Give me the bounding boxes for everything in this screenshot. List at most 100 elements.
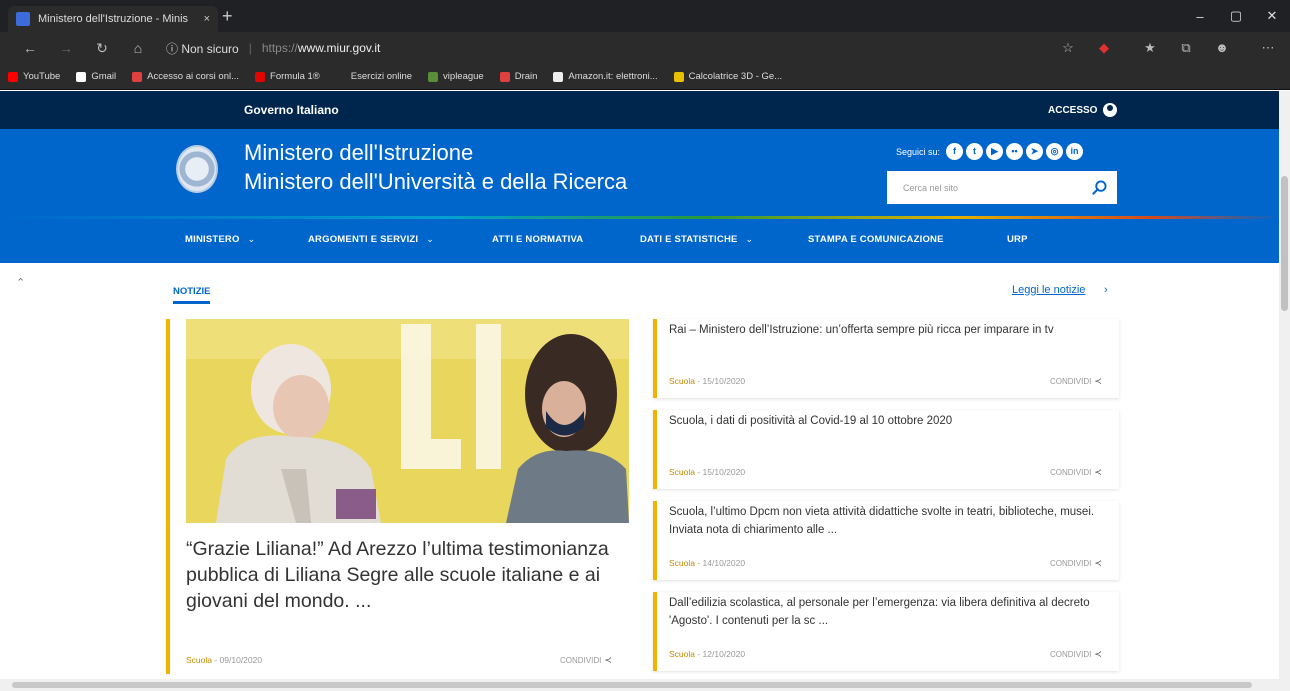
web-page: Governo Italiano ACCESSO Ministero dell'… (0, 91, 1279, 679)
url-field[interactable]: ⓘ Non sicuro | https:// www.miur.gov.it (166, 37, 1086, 59)
article-category[interactable]: Scuola (669, 558, 695, 568)
telegram-icon[interactable]: ➤ (1026, 143, 1044, 160)
nav-stampa-e-comunicazione[interactable]: STAMPA E COMUNICAZIONE (808, 234, 944, 245)
minimize-button[interactable]: – (1182, 0, 1218, 32)
read-all-news-link[interactable]: Leggi le notizie (1012, 284, 1085, 296)
chevron-up-icon[interactable]: ⌃ (16, 276, 25, 289)
browser-tab[interactable]: Ministero dell'Istruzione - Minis × (8, 6, 218, 32)
bookmarks-bar: YouTube Gmail Accesso ai corsi onl... Formu… (0, 64, 1290, 90)
news-item[interactable]: Dall’edilizia scolastica, al personale p… (653, 592, 1119, 671)
bookmark-item[interactable]: Accesso ai corsi onl... (132, 71, 239, 82)
government-title[interactable]: Governo Italiano (244, 103, 339, 117)
flickr-icon[interactable]: •• (1006, 143, 1024, 160)
government-bar: Governo Italiano ACCESSO (0, 91, 1279, 129)
instagram-icon[interactable]: ◎ (1046, 143, 1064, 160)
news-item-title[interactable]: Scuola, i dati di positività al Covid-19… (669, 412, 1109, 430)
article-date: - 09/10/2020 (212, 655, 263, 665)
share-button[interactable]: CONDIVIDI ≺ (1050, 467, 1102, 478)
chevron-right-icon[interactable]: › (1104, 284, 1108, 296)
url-separator: | (248, 41, 252, 55)
italian-emblem-logo[interactable] (176, 145, 218, 193)
home-icon[interactable]: ⌂ (128, 38, 148, 58)
news-item-title[interactable]: Rai – Ministero dell’Istruzione: un’offe… (669, 321, 1109, 339)
forward-arrow-icon[interactable]: → (56, 38, 76, 58)
security-indicator[interactable]: ⓘ Non sicuro (166, 40, 239, 57)
bookmark-item[interactable]: Esercizi online (335, 71, 412, 82)
bookmark-item[interactable]: YouTube (8, 71, 60, 82)
horizontal-scrollbar[interactable] (0, 679, 1290, 691)
bookmark-item[interactable]: Gmail (76, 71, 116, 82)
url-protocol: https:// (261, 41, 298, 55)
article-category[interactable]: Scuola (669, 467, 695, 477)
collections-icon[interactable]: ⧉ (1176, 38, 1196, 58)
favorites-icon[interactable]: ★ (1140, 38, 1160, 58)
favorite-star-icon[interactable]: ☆ (1058, 38, 1078, 58)
bookmark-label: Calcolatrice 3D - Ge... (688, 71, 783, 82)
horizontal-scrollbar-thumb[interactable] (12, 682, 1252, 688)
youtube-icon[interactable]: ▶ (986, 143, 1004, 160)
new-tab-button[interactable]: + (222, 5, 233, 27)
tab-notizie[interactable]: NOTIZIE (173, 286, 211, 304)
search-input[interactable] (903, 182, 1073, 193)
bookmark-favicon-icon (428, 71, 439, 82)
featured-article-photo[interactable] (186, 319, 629, 523)
bookmark-favicon-icon (553, 71, 564, 82)
close-window-button[interactable]: ✕ (1254, 0, 1290, 32)
facebook-icon[interactable]: f (946, 143, 964, 160)
chevron-down-icon: ⌄ (745, 234, 754, 244)
share-icon: ≺ (1094, 467, 1102, 477)
site-search (887, 171, 1117, 204)
bookmark-favicon-icon (132, 71, 143, 82)
twitter-icon[interactable]: t (966, 143, 984, 160)
more-menu-icon[interactable]: ⋯ (1258, 38, 1278, 58)
featured-article-title[interactable]: “Grazie Liliana!” Ad Arezzo l’ultima tes… (186, 536, 626, 614)
close-tab-icon[interactable]: × (204, 13, 210, 25)
vertical-scrollbar[interactable] (1279, 91, 1290, 679)
news-item[interactable]: Scuola, i dati di positività al Covid-19… (653, 410, 1119, 489)
share-icon: ≺ (604, 655, 612, 665)
bookmark-label: vipleague (443, 71, 484, 82)
follow-label: Seguici su: (896, 146, 941, 157)
bookmark-item[interactable]: Calcolatrice 3D - Ge... (673, 71, 783, 82)
ministry-title-line2[interactable]: Ministero dell'Università e della Ricerc… (244, 169, 627, 195)
share-button[interactable]: CONDIVIDI ≺ (560, 655, 612, 666)
vertical-scrollbar-thumb[interactable] (1281, 176, 1288, 311)
profile-icon[interactable]: ☻ (1212, 38, 1232, 58)
article-category[interactable]: Scuola (669, 649, 695, 659)
news-item-meta: Scuola - 14/10/2020 (669, 558, 745, 568)
linkedin-icon[interactable]: in (1066, 143, 1084, 160)
bookmark-item[interactable]: Drain (499, 71, 537, 82)
maximize-button[interactable]: ▢ (1218, 0, 1254, 32)
bookmark-item[interactable]: vipleague (428, 71, 484, 82)
bookmark-item[interactable]: Formula 1® (255, 71, 320, 82)
article-category[interactable]: Scuola (669, 376, 695, 386)
featured-article[interactable]: “Grazie Liliana!” Ad Arezzo l’ultima tes… (166, 319, 629, 674)
article-date: - 15/10/2020 (695, 467, 746, 477)
back-arrow-icon[interactable]: ← (20, 38, 40, 58)
news-item[interactable]: Rai – Ministero dell’Istruzione: un’offe… (653, 319, 1119, 398)
bookmark-favicon-icon (76, 71, 87, 82)
nav-urp[interactable]: URP (1007, 234, 1028, 245)
extension-icon[interactable]: ◆ (1094, 38, 1114, 58)
reload-icon[interactable]: ↻ (92, 38, 112, 58)
article-date: - 15/10/2020 (695, 376, 746, 386)
share-button[interactable]: CONDIVIDI ≺ (1050, 558, 1102, 569)
ministry-title-line1[interactable]: Ministero dell'Istruzione (244, 140, 473, 166)
news-item-title[interactable]: Scuola, l’ultimo Dpcm non vieta attività… (669, 503, 1109, 539)
search-icon[interactable] (1092, 180, 1107, 195)
news-item[interactable]: Scuola, l’ultimo Dpcm non vieta attività… (653, 501, 1119, 580)
share-button[interactable]: CONDIVIDI ≺ (1050, 376, 1102, 387)
tab-title: Ministero dell'Istruzione - Minis (38, 13, 189, 25)
chevron-down-icon: ⌄ (247, 234, 256, 244)
news-item-title[interactable]: Dall’edilizia scolastica, al personale p… (669, 594, 1109, 630)
nav-ministero[interactable]: MINISTERO ⌄ (185, 234, 255, 245)
login-button[interactable]: ACCESSO (1048, 103, 1118, 117)
bookmark-item[interactable]: Amazon.it: elettroni... (553, 71, 658, 82)
nav-atti-e-normativa[interactable]: ATTI E NORMATIVA (492, 234, 583, 245)
bookmark-label: YouTube (23, 71, 61, 82)
article-category[interactable]: Scuola (186, 655, 212, 665)
nav-argomenti-e-servizi[interactable]: ARGOMENTI E SERVIZI ⌄ (308, 234, 434, 245)
nav-dati-e-statistiche[interactable]: DATI E STATISTICHE ⌄ (640, 234, 753, 245)
share-button[interactable]: CONDIVIDI ≺ (1050, 649, 1102, 660)
login-label: ACCESSO (1048, 104, 1098, 116)
